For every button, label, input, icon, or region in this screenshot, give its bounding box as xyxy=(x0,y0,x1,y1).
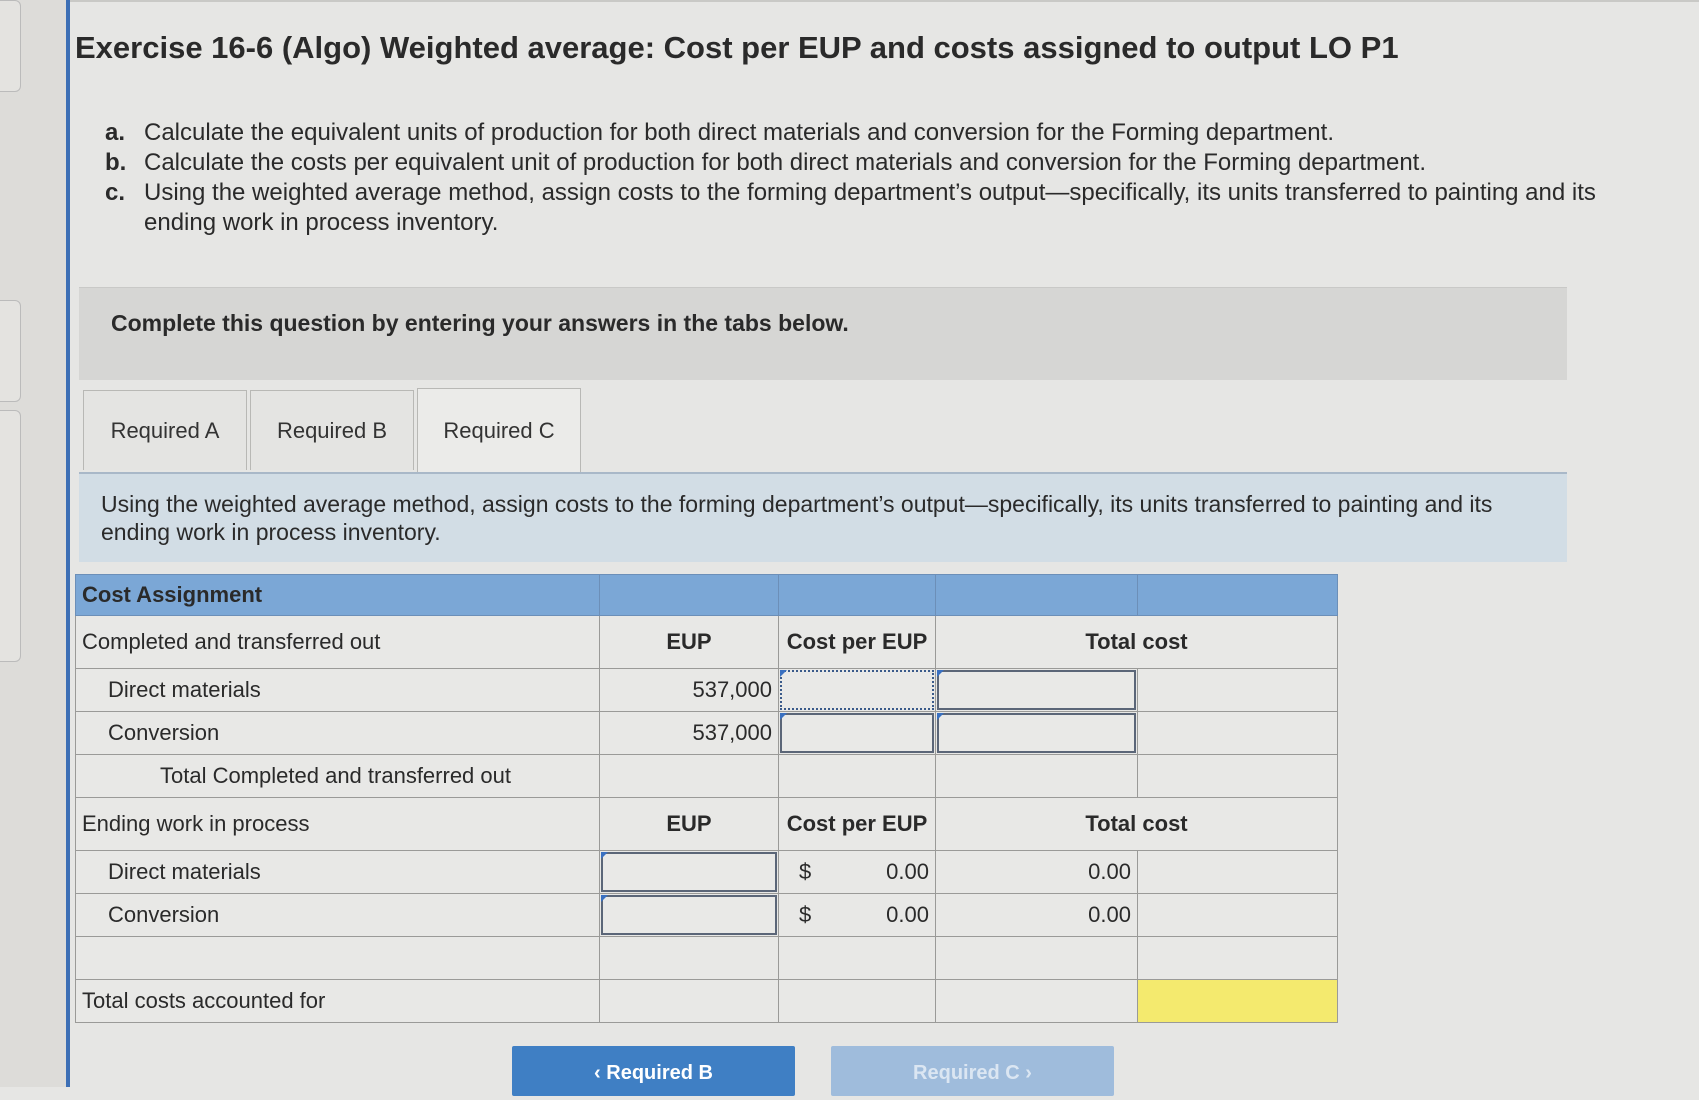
table-row: Conversion $0.00 0.00 xyxy=(75,893,1338,937)
empty-cell xyxy=(935,936,1138,980)
empty-cell xyxy=(778,936,936,980)
dm-eup-value: 537,000 xyxy=(599,668,779,712)
input-field[interactable] xyxy=(780,670,934,710)
ewip-dm-eup-input[interactable] xyxy=(599,850,779,894)
instruction-banner: Complete this question by entering your … xyxy=(79,287,1567,380)
task-text: Calculate the equivalent units of produc… xyxy=(144,119,1334,146)
empty-cell xyxy=(1137,893,1338,937)
button-label: Required B xyxy=(606,1062,713,1084)
col-cost-per-eup-label: Cost per EUP xyxy=(778,615,936,669)
empty-cell xyxy=(935,979,1138,1023)
header-cell xyxy=(778,574,936,616)
empty-cell xyxy=(1137,754,1338,798)
col-cost-per-eup-label: Cost per EUP xyxy=(778,797,936,851)
ewip-conv-total-value: 0.00 xyxy=(935,893,1138,937)
banner-text: Complete this question by entering your … xyxy=(111,310,849,336)
table-row: Conversion 537,000 xyxy=(75,711,1338,755)
row-label-conversion: Conversion xyxy=(75,711,600,755)
input-field[interactable] xyxy=(937,670,1136,710)
col-total-cost-label: Total cost xyxy=(935,797,1338,851)
currency-symbol: $ xyxy=(799,902,812,927)
ewip-conv-eup-input[interactable] xyxy=(599,893,779,937)
ending-wip-section-label: Ending work in process xyxy=(75,797,600,851)
task-list: a. Calculate the equivalent units of prod… xyxy=(105,118,1665,238)
required-c-instructions: Using the weighted average method, assig… xyxy=(79,474,1567,562)
prev-required-b-button[interactable]: ‹ Required B xyxy=(512,1046,795,1096)
tab-required-c[interactable]: Required C xyxy=(417,388,581,472)
task-item: c. Using the weighted average method, ass… xyxy=(105,178,1665,238)
col-eup-label: EUP xyxy=(599,797,779,851)
empty-cell xyxy=(778,754,936,798)
total-costs-accounted-cell xyxy=(1137,979,1338,1023)
table-row xyxy=(75,936,1338,980)
row-label-conversion: Conversion xyxy=(75,893,600,937)
page-title: Exercise 16-6 (Algo) Weighted average: C… xyxy=(75,30,1399,65)
input-field[interactable] xyxy=(601,852,777,892)
conv-eup-value: 537,000 xyxy=(599,711,779,755)
button-label: Required C xyxy=(913,1062,1020,1084)
empty-cell xyxy=(935,754,1138,798)
conv-cost-per-eup-input[interactable] xyxy=(778,711,936,755)
empty-cell xyxy=(1137,668,1338,712)
empty-cell xyxy=(778,979,936,1023)
input-field[interactable] xyxy=(780,713,934,753)
sidebar-tab xyxy=(0,0,21,92)
left-sidebar-strip xyxy=(0,0,70,1087)
header-cell xyxy=(935,574,1138,616)
table-row: Direct materials $0.00 0.00 xyxy=(75,850,1338,894)
dm-total-cost-input[interactable] xyxy=(935,668,1138,712)
empty-cell xyxy=(599,936,779,980)
table-row: Total Completed and transferred out xyxy=(75,754,1338,798)
table-header-title: Cost Assignment xyxy=(75,574,600,616)
ewip-dm-cost-per-eup: $0.00 xyxy=(778,850,936,894)
chevron-left-icon: ‹ xyxy=(594,1062,601,1084)
row-label-direct-materials: Direct materials xyxy=(75,850,600,894)
table-header-row: Cost Assignment xyxy=(75,574,1338,616)
empty-cell xyxy=(1137,850,1338,894)
ewip-dm-cost-value: 0.00 xyxy=(886,859,929,884)
ewip-conv-cost-value: 0.00 xyxy=(886,902,929,927)
task-text: Calculate the costs per equivalent unit … xyxy=(144,149,1427,176)
chevron-right-icon: › xyxy=(1025,1062,1032,1084)
task-item: a. Calculate the equivalent units of prod… xyxy=(105,118,1665,148)
sidebar-tab xyxy=(0,300,21,402)
table-row: Total costs accounted for xyxy=(75,979,1338,1023)
row-label-total-completed: Total Completed and transferred out xyxy=(75,754,600,798)
conv-total-cost-input[interactable] xyxy=(935,711,1138,755)
header-cell xyxy=(1137,574,1338,616)
empty-cell xyxy=(1137,936,1338,980)
input-field[interactable] xyxy=(937,713,1136,753)
sidebar-tab xyxy=(0,410,21,662)
task-item: b. Calculate the costs per equivalent uni… xyxy=(105,148,1665,178)
tab-required-a[interactable]: Required A xyxy=(83,390,247,470)
table-row: Direct materials 537,000 xyxy=(75,668,1338,712)
header-cell xyxy=(599,574,779,616)
completed-section-label: Completed and transferred out xyxy=(75,615,600,669)
next-required-c-button[interactable]: Required C › xyxy=(831,1046,1114,1096)
cost-assignment-table: Cost Assignment Completed and transferre… xyxy=(75,574,1338,1023)
dm-cost-per-eup-input[interactable] xyxy=(778,668,936,712)
task-marker: a. xyxy=(105,119,126,146)
table-row: Ending work in process EUP Cost per EUP … xyxy=(75,797,1338,851)
ewip-dm-total-value: 0.00 xyxy=(935,850,1138,894)
exercise-page: Exercise 16-6 (Algo) Weighted average: C… xyxy=(75,0,1685,1096)
currency-symbol: $ xyxy=(799,859,812,884)
cost-assignment-table-wrap: Cost Assignment Completed and transferre… xyxy=(75,574,1338,1023)
col-total-cost-label: Total cost xyxy=(935,615,1338,669)
table-row: Completed and transferred out EUP Cost p… xyxy=(75,615,1338,669)
empty-cell xyxy=(599,754,779,798)
input-field[interactable] xyxy=(601,895,777,935)
task-marker: b. xyxy=(105,149,127,176)
empty-cell xyxy=(1137,711,1338,755)
tab-required-b[interactable]: Required B xyxy=(250,390,414,470)
task-text: Using the weighted average method, assig… xyxy=(144,179,1596,236)
row-label-direct-materials: Direct materials xyxy=(75,668,600,712)
empty-cell xyxy=(599,979,779,1023)
ewip-conv-cost-per-eup: $0.00 xyxy=(778,893,936,937)
row-label-total-costs-accounted: Total costs accounted for xyxy=(75,979,600,1023)
empty-cell xyxy=(75,936,600,980)
col-eup-label: EUP xyxy=(599,615,779,669)
task-marker: c. xyxy=(105,179,126,206)
